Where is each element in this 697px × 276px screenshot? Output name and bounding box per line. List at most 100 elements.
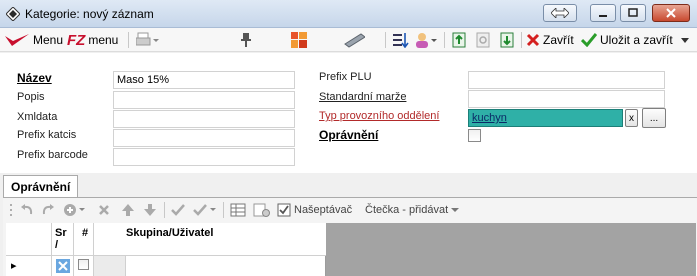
row-indicator-icon: ▸ [11, 260, 17, 272]
label-opravneni: Oprávnění [319, 128, 379, 142]
maximize-button[interactable] [620, 4, 646, 22]
field-popis[interactable] [113, 91, 295, 109]
table-view-button[interactable] [230, 200, 246, 220]
row-skupina-cell[interactable] [126, 256, 326, 276]
swap-arrows-icon [551, 8, 569, 18]
move-up-button[interactable] [121, 200, 135, 220]
window-title: Kategorie: nový záznam [25, 7, 154, 21]
export-down-button[interactable] [500, 30, 514, 50]
row-checkbox[interactable] [78, 259, 89, 270]
tabs-area: Oprávnění Našeptávač Čtečka - přidávat S… [0, 173, 697, 276]
pin-button[interactable] [240, 30, 252, 50]
main-toolbar: Menu FZ menu Zavřít Uložit a zavřít [0, 28, 697, 52]
move-down-button[interactable] [143, 200, 157, 220]
red-x-icon [526, 33, 540, 47]
close-icon [666, 8, 676, 18]
arrow-up-icon [122, 204, 134, 216]
label-prefix-plu: Prefix PLU [319, 71, 372, 83]
grid-layout-icon [291, 32, 307, 48]
field-xmldata[interactable] [113, 110, 295, 128]
settings-table-button[interactable] [253, 200, 271, 220]
refresh-button[interactable] [476, 30, 490, 50]
document-up-icon [452, 32, 466, 48]
grid-header-skupina[interactable]: Skupina/Uživatel [94, 223, 326, 256]
field-standardni-marze[interactable] [468, 90, 665, 108]
sort-az-icon [393, 33, 409, 48]
keyboard-icon [344, 33, 365, 48]
row-checkbox-cell[interactable] [74, 256, 94, 276]
grid-header-sr[interactable]: Sr / [52, 223, 74, 256]
table-settings-icon [253, 203, 270, 217]
dropdown-arrow-icon [680, 38, 689, 43]
arrow-down-icon [144, 204, 156, 216]
browse-typ-button[interactable]: ... [642, 108, 666, 128]
row-number-cell [94, 256, 126, 276]
title-bar: Kategorie: nový záznam [0, 0, 697, 28]
reader-mode-dropdown[interactable]: Čtečka - přidávat [365, 200, 460, 220]
suggest-toggle[interactable]: Našeptávač [277, 200, 352, 220]
field-prefix-katcis[interactable] [113, 129, 295, 147]
label-standardni-marze: Standardní marže [319, 91, 407, 103]
field-typ-provozniho-oddeleni[interactable]: kuchyn [468, 109, 623, 127]
fz-menu-button[interactable]: FZ menu [67, 30, 118, 50]
print-button[interactable] [136, 30, 160, 50]
close-window-button[interactable] [652, 4, 690, 22]
label-xmldata: Xmldata [17, 111, 58, 123]
delete-x-icon [99, 205, 109, 215]
grid-header-number[interactable]: # [74, 223, 94, 256]
grid-toolbar: Našeptávač Čtečka - přidávat [3, 198, 697, 222]
add-circle-icon [64, 204, 85, 216]
grip-icon [10, 204, 12, 216]
chevron-down-icon [451, 208, 460, 212]
field-nazev[interactable]: Maso 15% [113, 71, 295, 89]
save-and-close-button[interactable]: Uložit a zavřít [581, 30, 690, 50]
tab-panel-opravneni: Našeptávač Čtečka - přidávat Sr / # Skup… [3, 197, 697, 276]
grid-header-indicator [6, 223, 52, 256]
app-icon [6, 7, 20, 21]
checkbox-checked-icon [277, 203, 291, 217]
table-row[interactable]: ▸ [6, 256, 52, 276]
fz-logo-icon: FZ [67, 31, 86, 49]
maximize-icon [628, 8, 638, 17]
switch-window-button[interactable] [543, 4, 577, 22]
record-form: Název Maso 15% Popis Xmldata Prefix katc… [0, 53, 697, 173]
table-icon [230, 203, 246, 217]
user-icon [416, 33, 437, 48]
suggest-label: Našeptávač [294, 204, 353, 216]
confirm-button[interactable] [171, 200, 185, 220]
label-typ-provozniho-oddeleni: Typ provozního oddělení [319, 110, 440, 122]
menu-button[interactable]: Menu [4, 30, 63, 50]
redo-button[interactable] [41, 200, 55, 220]
close-form-button[interactable]: Zavřít [526, 30, 574, 50]
redo-icon [42, 204, 54, 215]
add-row-button[interactable] [63, 200, 87, 220]
checkbox-opravneni[interactable] [468, 129, 481, 142]
delete-row-button[interactable] [98, 200, 110, 220]
delete-mark-icon [56, 259, 70, 273]
undo-button[interactable] [20, 200, 34, 220]
permissions-grid: Sr / # Skupina/Uživatel ▸ [6, 223, 326, 276]
clear-typ-button[interactable]: x [625, 109, 638, 127]
field-prefix-plu[interactable] [468, 71, 665, 89]
confirm-all-button[interactable] [193, 200, 219, 220]
label-popis: Popis [17, 91, 45, 103]
row-sr-cell[interactable] [52, 256, 74, 276]
field-prefix-barcode[interactable] [113, 148, 295, 166]
label-prefix-barcode: Prefix barcode [17, 149, 88, 161]
refresh-document-icon [476, 32, 490, 48]
green-check-icon [581, 33, 597, 47]
keyboard-button[interactable] [341, 30, 365, 50]
grip-handle[interactable] [9, 200, 13, 220]
double-check-icon [193, 204, 216, 216]
menu-label: Menu [33, 33, 64, 47]
document-down-icon [500, 32, 514, 48]
undo-icon [21, 204, 33, 215]
user-menu-button[interactable] [414, 30, 438, 50]
layout-button[interactable] [291, 30, 307, 50]
minimize-button[interactable] [590, 4, 616, 22]
sort-button[interactable] [392, 30, 410, 50]
tab-opravneni[interactable]: Oprávnění [3, 175, 79, 197]
import-up-button[interactable] [452, 30, 466, 50]
label-nazev: Název [17, 71, 52, 85]
pin-icon [241, 33, 251, 47]
